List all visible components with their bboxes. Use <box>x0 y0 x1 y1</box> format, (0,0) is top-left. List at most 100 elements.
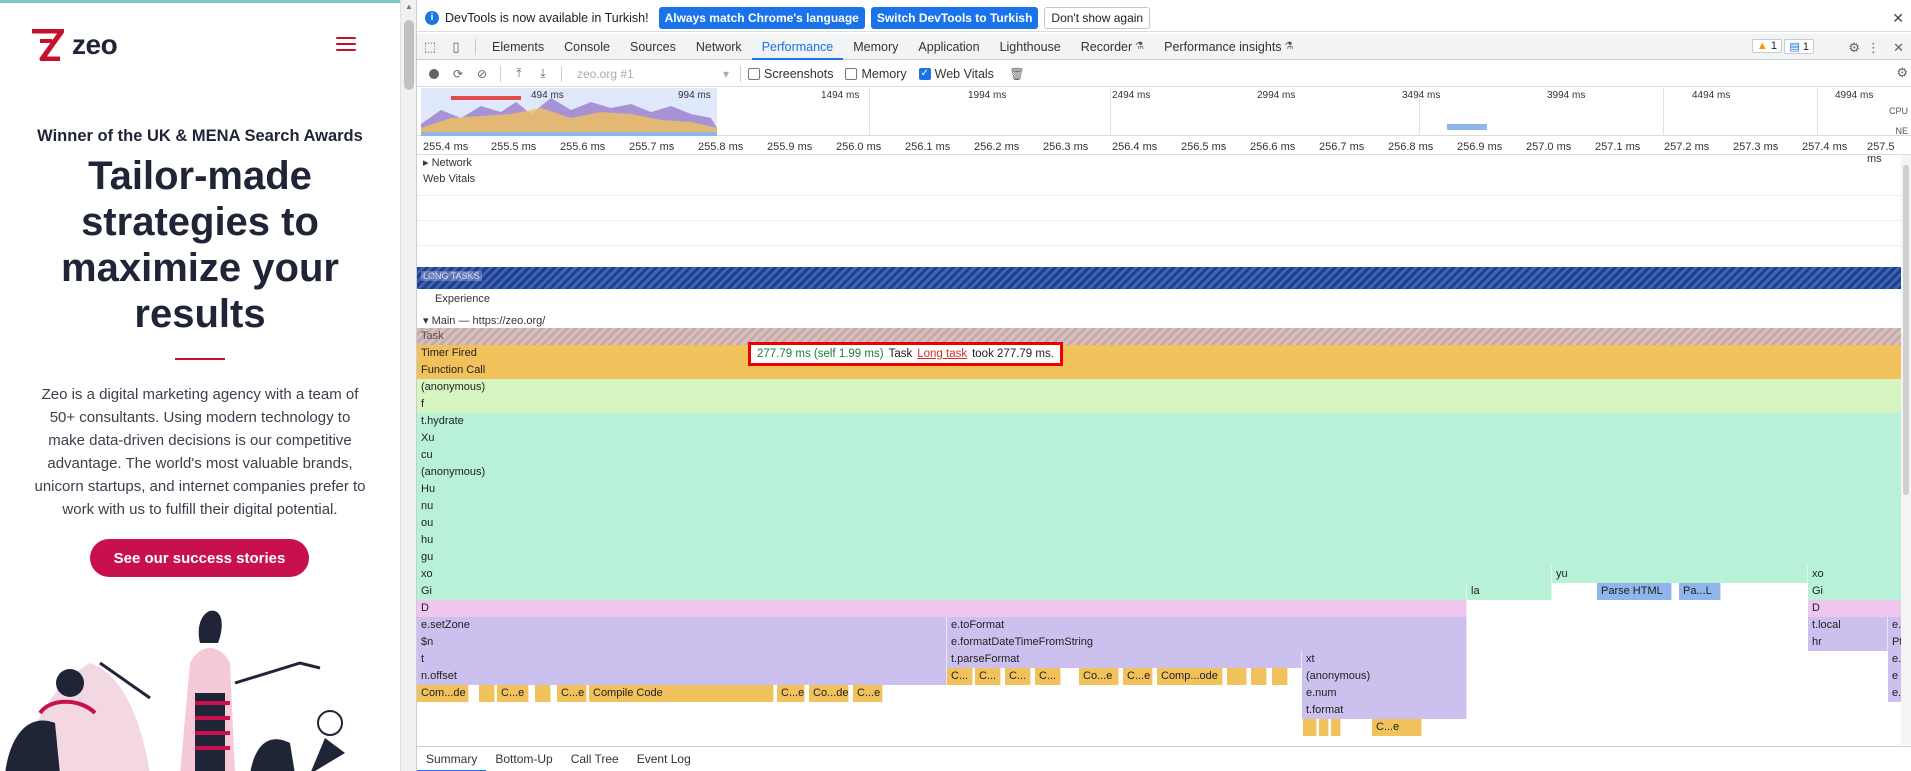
upload-icon[interactable]: ⤒ <box>508 63 530 85</box>
flame-set-zone[interactable]: e.setZone <box>417 617 947 634</box>
flame-c-e[interactable]: C...e <box>1123 668 1153 685</box>
flame-c[interactable]: C... <box>975 668 1001 685</box>
flame-gi-right[interactable]: Gi <box>1808 583 1902 600</box>
profile-select[interactable]: zeo.org #1 ▾ <box>573 65 733 83</box>
flame-anonymous[interactable]: (anonymous) <box>417 379 1902 396</box>
flame-n-offset[interactable]: n.offset <box>417 668 947 685</box>
page-scrollbar[interactable]: ▲ <box>400 0 416 771</box>
flame-c-e[interactable]: C...e <box>557 685 587 702</box>
flame-xu[interactable]: Xu <box>417 430 1902 447</box>
settings-gear-icon[interactable]: ⚙ <box>1848 40 1860 56</box>
flame-block[interactable] <box>1303 719 1317 736</box>
flame-gu[interactable]: gu <box>417 549 1902 566</box>
tab-application[interactable]: Application <box>908 34 989 60</box>
flame-comp-ode[interactable]: Comp...ode <box>1157 668 1223 685</box>
download-icon[interactable]: ⤓ <box>532 63 554 85</box>
flame-block[interactable] <box>479 685 495 702</box>
flame-e-num[interactable]: e.num <box>1302 685 1467 702</box>
long-tasks-track[interactable]: LONG TASKS <box>417 267 1902 289</box>
flame-ou[interactable]: ou <box>417 515 1902 532</box>
flame-chart[interactable]: Task Timer Fired Function Call (anonymou… <box>417 328 1902 738</box>
tab-call-tree[interactable]: Call Tree <box>562 747 628 771</box>
flame-anonymous-2[interactable]: (anonymous) <box>1302 668 1467 685</box>
flame-d[interactable]: D <box>417 600 1467 617</box>
reload-record-icon[interactable]: ⟳ <box>447 63 469 85</box>
tab-sources[interactable]: Sources <box>620 34 686 60</box>
web-vitals-checkbox[interactable]: ✓ Web Vitals <box>918 67 994 81</box>
flame-block[interactable] <box>1272 668 1288 685</box>
flame-cu[interactable]: cu <box>417 447 1902 464</box>
tab-summary[interactable]: Summary <box>417 747 487 771</box>
warnings-badge[interactable]: ▲ 1 <box>1751 39 1782 53</box>
flame-hydrate[interactable]: t.hydrate <box>417 413 1902 430</box>
flame-to-format[interactable]: e.toFormat <box>947 617 1467 634</box>
flame-function-call[interactable]: Function Call <box>417 362 1902 379</box>
tab-lighthouse[interactable]: Lighthouse <box>990 34 1071 60</box>
flame-hu[interactable]: Hu <box>417 481 1902 498</box>
tab-performance[interactable]: Performance <box>751 34 844 60</box>
success-stories-button[interactable]: See our success stories <box>90 539 309 577</box>
flame-c[interactable]: C... <box>947 668 973 685</box>
clear-icon[interactable]: ⊘ <box>471 63 493 85</box>
flame-e4[interactable]: e... <box>1888 685 1902 702</box>
flame-d-right[interactable]: D <box>1808 600 1902 617</box>
record-icon[interactable] <box>423 63 445 85</box>
flame-c[interactable]: C... <box>1005 668 1031 685</box>
dont-show-again-button[interactable]: Don't show again <box>1044 6 1151 29</box>
flame-block[interactable] <box>1319 719 1329 736</box>
scrollbar-thumb[interactable] <box>404 20 414 90</box>
flame-c-e[interactable]: C...e <box>853 685 883 702</box>
flame-gi[interactable]: Gi <box>417 583 1467 600</box>
flame-task[interactable]: Task <box>417 328 1902 345</box>
flame-la[interactable]: la <box>1467 583 1552 600</box>
flame-c-e[interactable]: C...e <box>497 685 529 702</box>
flame-c[interactable]: C... <box>1035 668 1061 685</box>
flame-e3[interactable]: e <box>1888 668 1902 685</box>
screenshots-checkbox[interactable]: Screenshots <box>748 67 833 81</box>
messages-badge[interactable]: ▤ 1 <box>1784 39 1814 54</box>
flame-hr[interactable]: hr <box>1808 634 1888 651</box>
flame-co-de[interactable]: Co...de <box>809 685 849 702</box>
flame-hu2[interactable]: hu <box>417 532 1902 549</box>
flame-scrollbar[interactable] <box>1901 155 1911 745</box>
close-devtools-icon[interactable]: ✕ <box>1893 40 1904 56</box>
network-track[interactable]: ▸ Network <box>423 156 472 169</box>
trash-icon[interactable]: 🗑 <box>1006 63 1028 85</box>
timeline-overview[interactable]: 494 ms 994 ms 1494 ms 1994 ms 2494 ms 29… <box>417 88 1911 136</box>
flame-e1[interactable]: e... <box>1888 617 1902 634</box>
flame-yu[interactable]: yu <box>1552 566 1808 583</box>
flame-anonymous[interactable]: (anonymous) <box>417 464 1902 481</box>
flame-co-e[interactable]: Co...e <box>1079 668 1119 685</box>
flame-pa-l[interactable]: Pa...L <box>1679 583 1721 600</box>
flame-xo[interactable]: xo <box>417 566 1552 583</box>
flame-c-e[interactable]: C...e <box>1372 719 1422 736</box>
tab-bottom-up[interactable]: Bottom-Up <box>486 747 561 771</box>
flame-compile-code[interactable]: Compile Code <box>589 685 774 702</box>
scrollbar-thumb[interactable] <box>1903 165 1909 495</box>
capture-settings-gear-icon[interactable]: ⚙ <box>1896 65 1908 81</box>
more-options-icon[interactable]: ⋮ <box>1867 40 1880 56</box>
flame-timer-fired[interactable]: Timer Fired <box>417 345 1902 362</box>
flame-pt[interactable]: Pt <box>1888 634 1902 651</box>
switch-language-button[interactable]: Switch DevTools to Turkish <box>870 6 1039 29</box>
flame-format-datetime[interactable]: e.formatDateTimeFromString <box>947 634 1467 651</box>
scroll-up-icon[interactable]: ▲ <box>405 2 413 11</box>
flame-t[interactable]: t <box>417 651 947 668</box>
tab-event-log[interactable]: Event Log <box>628 747 700 771</box>
close-icon[interactable]: ✕ <box>1892 10 1904 27</box>
flame-nu[interactable]: nu <box>417 498 1902 515</box>
flame-parse-format[interactable]: t.parseFormat <box>947 651 1302 668</box>
tab-recorder[interactable]: Recorder ⚗ <box>1071 34 1154 60</box>
flame-f[interactable]: f <box>417 396 1902 413</box>
flame-c-e[interactable]: C...e <box>777 685 805 702</box>
main-thread-track[interactable]: ▾ Main — https://zeo.org/ <box>423 314 545 327</box>
flame-xt[interactable]: xt <box>1302 651 1467 668</box>
match-language-button[interactable]: Always match Chrome's language <box>658 6 865 29</box>
flame-block[interactable] <box>535 685 551 702</box>
zeo-logo[interactable]: zeo <box>30 29 118 61</box>
long-task-link[interactable]: Long task <box>917 348 967 360</box>
flame-xo-right[interactable]: xo <box>1808 566 1902 583</box>
flame-dollar-n[interactable]: $n <box>417 634 947 651</box>
device-toolbar-icon[interactable]: ▯ <box>443 34 469 60</box>
tab-console[interactable]: Console <box>554 34 620 60</box>
